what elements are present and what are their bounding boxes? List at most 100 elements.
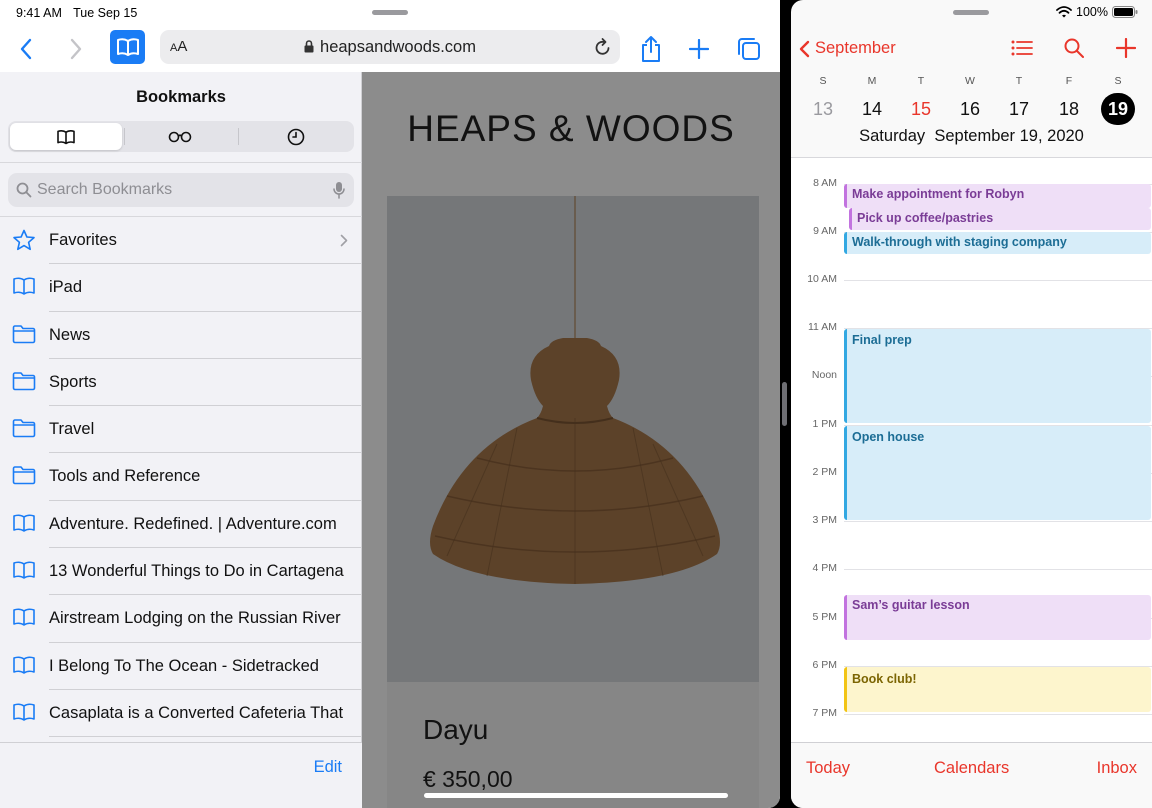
bookmark-item[interactable]: 13 Wonderful Things to Do in Cartagena [0,548,362,596]
back-button[interactable] [14,32,38,66]
home-indicator[interactable] [424,793,728,798]
bookmarks-title: Bookmarks [136,88,226,106]
sidebar-toggle-button[interactable] [110,30,145,64]
hour-label: 4 PM [812,562,837,574]
hour-label: 2 PM [812,466,837,478]
bookmark-item[interactable]: Adventure. Redefined. | Adventure.com [0,501,362,549]
bookmarks-footer: Edit [0,742,362,808]
hour-line [844,569,1152,570]
clock-icon [287,128,305,145]
bookmark-label: iPad [49,278,83,297]
multitask-grabber[interactable] [953,10,989,15]
day-16[interactable]: 16 [953,93,987,125]
today-button[interactable]: Today [806,759,850,778]
multitask-grabber[interactable] [372,10,408,15]
new-tab-button[interactable] [688,32,710,66]
microphone-icon[interactable] [333,181,345,199]
hour-label: 9 AM [813,225,837,237]
bookmarks-list: Favorites iPad News Sports Travel Tools and R… [0,217,362,738]
weekday-letter: T [917,75,925,87]
row-separator [49,736,362,738]
bookmark-label: Casaplata is a Converted Cafeteria That [49,703,344,722]
bookmark-item[interactable]: News [0,312,362,359]
forward-button[interactable] [64,32,88,66]
bookmark-item[interactable]: iPad [0,264,362,312]
day-timeline[interactable]: 8 AM 9 AM 10 AM 11 AM Noon 1 PM 2 PM 3 P… [791,158,1152,742]
wifi-icon [1056,6,1072,18]
bookmark-item[interactable]: Travel [0,406,362,454]
day-14[interactable]: 14 [855,93,889,125]
bookmark-item[interactable]: Tools and Reference [0,453,362,501]
weekday-letter: F [1065,75,1073,87]
calendar-footer: Today Calendars Inbox [791,742,1152,808]
chevron-left-icon [20,38,32,60]
plus-icon [1115,37,1137,59]
bookmark-item[interactable]: Favorites [0,217,362,265]
tab-reading-list[interactable] [124,123,236,150]
event-walk-through[interactable]: Walk-through with staging company [844,232,1151,254]
folder-icon [12,418,36,440]
share-button[interactable] [638,32,664,66]
book-icon [12,702,36,724]
bookmark-item[interactable]: I Belong To The Ocean - Sidetracked [0,643,362,690]
glasses-icon [168,131,192,142]
tab-history[interactable] [240,123,352,150]
list-icon [1011,40,1033,56]
calendar-window: 100% September S M T W T F S 13 14 15 16… [791,0,1152,808]
bookmark-label: I Belong To The Ocean - Sidetracked [49,656,319,675]
edit-button[interactable]: Edit [314,758,342,777]
bookmark-label: Airstream Lodging on the Russian River [49,609,341,628]
split-view-screen: 9:41 AM Tue Sep 15 AA heapsandwoods.com [0,0,1152,808]
event-final-prep[interactable]: Final prep [844,329,1151,423]
bookmark-label: News [49,325,91,344]
chevron-right-icon [70,38,82,60]
bookmark-label: Travel [49,420,95,439]
web-content[interactable]: HEAPS & WOODS Dayu € 350,00 [362,72,780,808]
bookmarks-search-input[interactable]: Search Bookmarks [8,173,354,207]
battery-percent: 100% [1076,5,1108,19]
day-17[interactable]: 17 [1002,93,1036,125]
url-text: heapsandwoods.com [320,38,476,56]
calendars-button[interactable]: Calendars [934,759,1009,778]
search-button[interactable] [1064,38,1084,63]
event-book-club[interactable]: Book club! [844,667,1151,712]
event-pick-up-coffee[interactable]: Pick up coffee/pastries [849,208,1151,230]
address-bar[interactable]: AA heapsandwoods.com [160,30,620,64]
status-date: Tue Sep 15 [73,6,138,20]
event-open-house[interactable]: Open house [844,426,1151,520]
hour-row: 4 PM [791,562,1152,576]
list-view-button[interactable] [1011,38,1033,63]
bookmark-label: 13 Wonderful Things to Do in Cartagena [49,562,344,581]
back-label: September [815,39,896,57]
weekday-letter: T [1015,75,1023,87]
tab-bookmarks[interactable] [10,123,122,150]
back-to-month-button[interactable]: September [799,39,896,58]
folder-icon [12,465,36,487]
add-event-button[interactable] [1115,37,1137,63]
day-19-selected[interactable]: 19 [1101,93,1135,125]
bookmark-label: Sports [49,372,97,391]
weekday-letter: S [1114,75,1122,87]
day-13[interactable]: 13 [806,93,840,125]
bookmark-item[interactable]: Sports [0,359,362,407]
reload-icon[interactable] [594,37,612,57]
hour-row: 10 AM [791,273,1152,287]
hour-label: 6 PM [812,659,837,671]
day-18[interactable]: 18 [1052,93,1086,125]
bookmark-item[interactable]: Airstream Lodging on the Russian River [0,595,362,643]
event-make-appointment[interactable]: Make appointment for Robyn [844,184,1151,208]
split-view-divider-handle[interactable] [782,382,787,426]
hour-line [844,714,1152,715]
inbox-button[interactable]: Inbox [1097,759,1137,778]
segment-divider [238,128,239,145]
url-display[interactable]: heapsandwoods.com [160,38,620,57]
status-time: 9:41 AM [16,6,62,20]
status-bar-left: 9:41 AM Tue Sep 15 [16,6,137,20]
hour-label: 7 PM [812,707,837,719]
day-15-today[interactable]: 15 [904,93,938,125]
dim-overlay[interactable] [362,72,780,808]
share-icon [642,36,660,62]
bookmark-item[interactable]: Casaplata is a Converted Cafeteria That [0,690,362,738]
tabs-overview-button[interactable] [736,32,762,66]
event-guitar-lesson[interactable]: Sam’s guitar lesson [844,595,1151,640]
